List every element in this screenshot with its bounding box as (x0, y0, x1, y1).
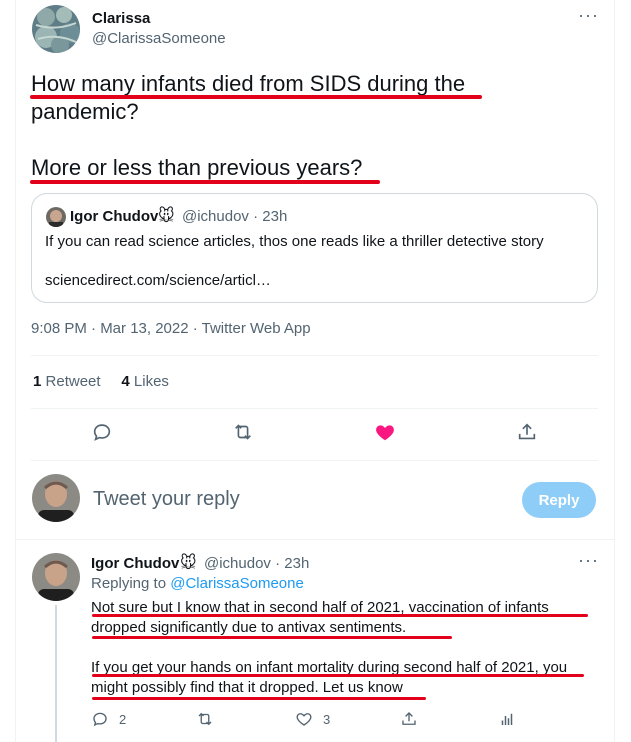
retweet-label[interactable]: Retweet (46, 373, 101, 390)
reply-author-meta[interactable]: @ichudov · 23h (204, 555, 309, 572)
divider (31, 408, 598, 409)
like-action[interactable]: 3 (295, 710, 330, 728)
mouse-emoji: 🐭 (158, 208, 175, 225)
more-icon[interactable]: ··· (578, 551, 598, 575)
tweet-text-line2: pandemic? (31, 99, 139, 124)
column-border-left (15, 0, 16, 742)
tweet-text-line3: More or less than previous years? (31, 155, 363, 180)
user-avatar[interactable] (32, 474, 80, 522)
retweet-icon[interactable] (225, 414, 261, 450)
author-name[interactable]: Clarissa (92, 10, 150, 27)
avatar-image (32, 553, 80, 601)
divider (31, 460, 598, 461)
thread-line (55, 605, 57, 742)
tweet-timestamp[interactable]: 9:08 PM · Mar 13, 2022 · Twitter Web App (31, 320, 311, 337)
column-border-right (614, 0, 615, 742)
heart-icon[interactable] (367, 414, 403, 450)
avatar-image (46, 207, 66, 227)
like-count: 3 (323, 711, 331, 727)
share-action[interactable] (400, 710, 418, 728)
like-label[interactable]: Likes (134, 373, 169, 390)
avatar-image (32, 5, 80, 53)
retweet-icon (198, 712, 212, 726)
reply-text-p2-line2: might possibly find that it dropped. Let… (91, 679, 403, 696)
more-icon[interactable]: ··· (578, 6, 598, 30)
divider (31, 355, 598, 356)
reply-icon (93, 712, 107, 727)
quoted-tweet-link[interactable]: sciencedirect.com/science/articl… (45, 272, 271, 289)
analytics-icon (501, 713, 513, 725)
quoted-author-name: Igor Chudov (70, 208, 159, 225)
like-count[interactable]: 4 (121, 373, 129, 390)
share-icon (402, 712, 416, 725)
reply-count: 2 (119, 711, 127, 727)
quoted-tweet-text: If you can read science articles, thos o… (45, 233, 544, 250)
replying-prefix: Replying to (91, 575, 167, 592)
annotation-underline (92, 697, 426, 700)
reply-action[interactable]: 2 (91, 710, 126, 728)
replying-handle-link[interactable]: @ClarissaSomeone (170, 575, 304, 592)
reply-author-name[interactable]: Igor Chudov (91, 555, 179, 572)
quoted-tweet[interactable]: Igor Chudov 🐭 @ichudov · 23h If you can … (31, 193, 598, 303)
tweet-stats: 1 Retweet 4 Likes (33, 373, 169, 390)
annotation-underline (92, 636, 452, 639)
reply-button[interactable]: Reply (522, 482, 596, 518)
quoted-author-avatar (46, 207, 66, 227)
analytics-action[interactable] (498, 710, 516, 728)
retweet-action[interactable] (196, 710, 214, 728)
annotation-underline (92, 674, 584, 677)
annotation-underline (92, 614, 588, 617)
replying-to: Replying to @ClarissaSomeone (91, 575, 304, 592)
annotation-underline (30, 180, 380, 184)
mouse-emoji: 🐭 (180, 555, 197, 572)
retweet-count[interactable]: 1 (33, 373, 41, 390)
author-avatar[interactable] (32, 5, 80, 53)
divider (15, 539, 615, 540)
reply-input[interactable]: Tweet your reply (93, 488, 240, 511)
reply-icon[interactable] (84, 414, 120, 450)
reply-text-p1-line2: dropped significantly due to antivax sen… (91, 619, 407, 636)
tweet-text-line1: How many infants died from SIDS during t… (31, 71, 466, 96)
author-handle[interactable]: @ClarissaSomeone (92, 30, 226, 47)
reply-author-avatar[interactable] (32, 553, 80, 601)
heart-icon (296, 713, 312, 726)
avatar-image (32, 474, 80, 522)
quoted-author-meta: @ichudov · 23h (182, 208, 288, 225)
share-icon[interactable] (509, 414, 545, 450)
